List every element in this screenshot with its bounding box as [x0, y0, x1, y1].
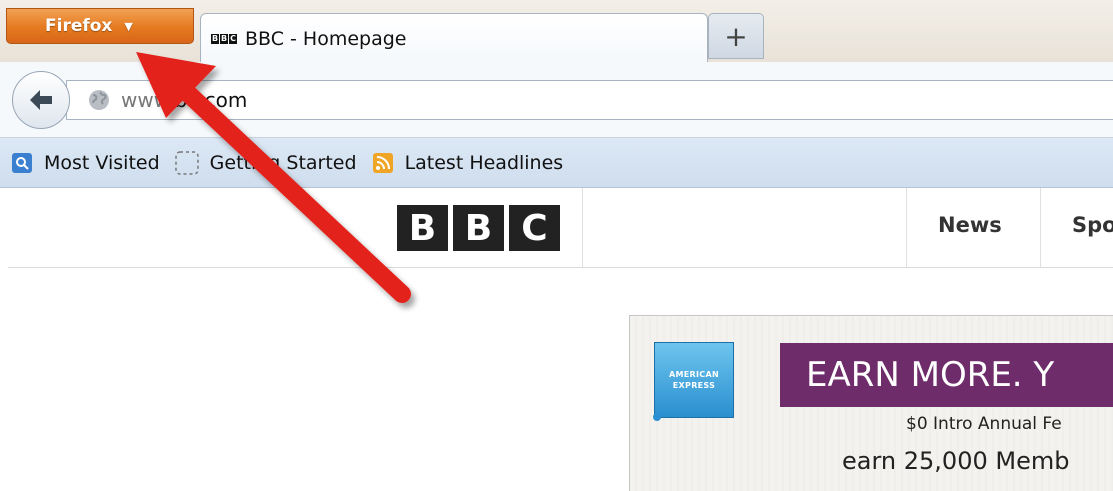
bookmark-label: Most Visited: [44, 151, 160, 174]
bookmarks-toolbar: Most Visited Getting Started Latest Head…: [0, 138, 1113, 188]
amex-dot: [653, 413, 661, 421]
url-text: www.bc.com: [121, 88, 248, 112]
new-tab-button[interactable]: +: [708, 13, 764, 59]
back-arrow-icon: [30, 90, 52, 110]
tab-title: BBC - Homepage: [245, 27, 407, 50]
bbc-logo[interactable]: B B C: [397, 205, 560, 251]
nav-link-sport[interactable]: Spo: [1072, 213, 1113, 237]
bookmark-getting-started[interactable]: Getting Started: [174, 150, 357, 176]
browser-tab[interactable]: B B C BBC - Homepage: [200, 13, 708, 63]
divider: [906, 188, 907, 267]
firefox-menu-label: Firefox: [45, 16, 113, 36]
getting-started-icon: [174, 150, 199, 175]
bookmark-label: Getting Started: [209, 151, 357, 174]
divider: [582, 188, 583, 267]
tab-strip: Firefox ▼ B B C BBC - Homepage +: [0, 0, 1113, 63]
rss-feed-icon: [372, 152, 393, 173]
firefox-menu-button[interactable]: Firefox ▼: [6, 8, 194, 44]
nav-link-news[interactable]: News: [938, 213, 1002, 237]
ad-offer-text: earn 25,000 Memb: [842, 447, 1070, 475]
bookmark-label: Latest Headlines: [404, 151, 564, 174]
plus-icon: +: [724, 19, 748, 53]
ad-headline: EARN MORE. Y: [780, 343, 1113, 407]
bookmark-most-visited[interactable]: Most Visited: [10, 151, 160, 175]
dropdown-caret-icon: ▼: [124, 19, 133, 33]
divider: [1040, 188, 1041, 267]
bookmark-latest-headlines[interactable]: Latest Headlines: [371, 151, 564, 175]
globe-icon: [89, 90, 109, 110]
navigation-toolbar: www.bc.com: [0, 62, 1113, 138]
ad-subtext: $0 Intro Annual Fe: [906, 414, 1062, 434]
bbc-masthead: B B C News Spo: [8, 188, 1113, 268]
back-button[interactable]: [12, 71, 70, 129]
american-express-logo: AMERICAN EXPRESS: [653, 342, 734, 421]
bbc-favicon-icon: B B C: [211, 33, 237, 44]
amex-advertisement[interactable]: AMERICAN EXPRESS EARN MORE. Y $0 Intro A…: [629, 315, 1113, 491]
most-visited-icon: [12, 152, 32, 173]
url-bar[interactable]: www.bc.com: [66, 80, 1113, 120]
